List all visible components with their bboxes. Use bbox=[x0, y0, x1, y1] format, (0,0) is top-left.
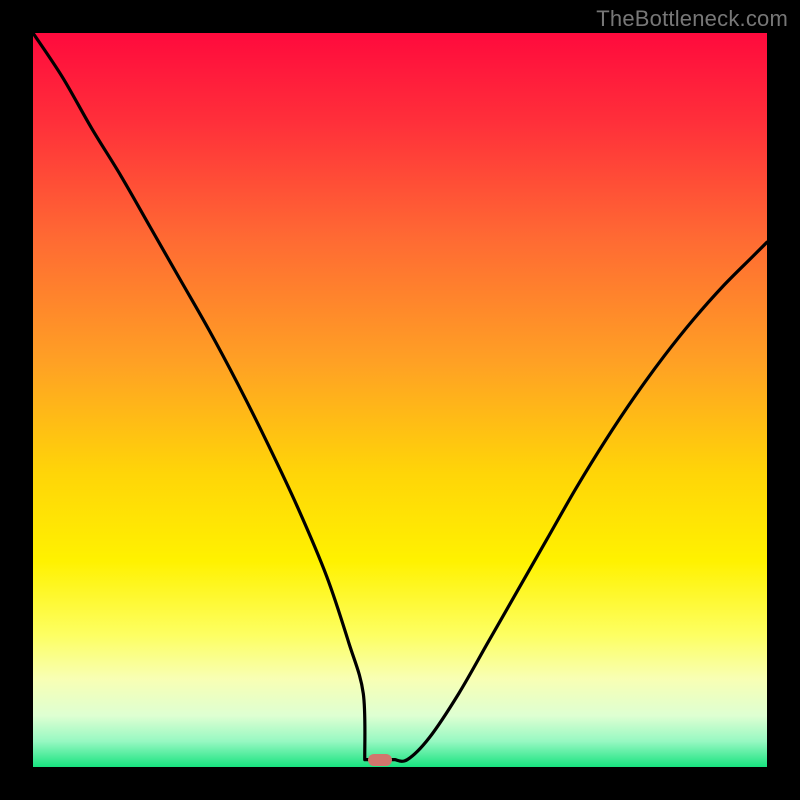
optimum-marker bbox=[368, 754, 392, 766]
bottleneck-curve bbox=[33, 33, 767, 767]
watermark-text: TheBottleneck.com bbox=[596, 6, 788, 32]
plot-area bbox=[33, 33, 767, 767]
chart-frame: TheBottleneck.com bbox=[0, 0, 800, 800]
